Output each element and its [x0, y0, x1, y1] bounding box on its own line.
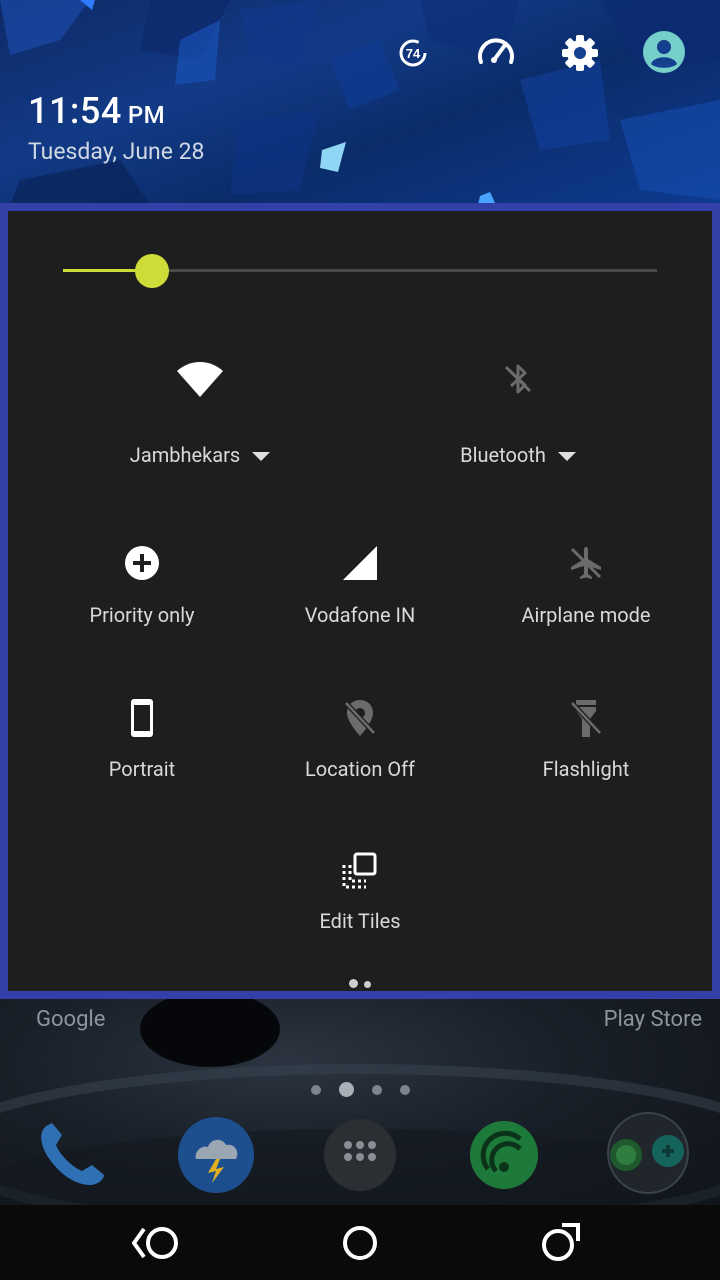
- home-page-dot: [310, 1084, 321, 1095]
- date-label[interactable]: Tuesday, June 28: [28, 138, 204, 165]
- signal-icon: [343, 546, 377, 580]
- location-off-icon: [344, 700, 376, 736]
- priority-plus-icon: [125, 546, 159, 580]
- app-drawer-icon[interactable]: [320, 1115, 400, 1195]
- phone-icon[interactable]: [30, 1115, 110, 1195]
- tile-cellular[interactable]: Vodafone IN: [260, 543, 460, 627]
- quick-settings-panel: Jambhekars Bluetooth Priority only Vodaf…: [0, 203, 720, 999]
- google-folder-label[interactable]: Google: [36, 1007, 105, 1032]
- wifi-icon: [177, 362, 223, 397]
- messaging-folder-icon[interactable]: [606, 1111, 690, 1195]
- home-screen-background: Google Play Store: [0, 999, 720, 1205]
- music-icon[interactable]: [464, 1115, 544, 1195]
- tile-wifi[interactable]: Jambhekars: [100, 359, 300, 467]
- home-page-dot-active: [338, 1082, 354, 1098]
- speed-icon[interactable]: [475, 32, 517, 74]
- play-store-label[interactable]: Play Store: [604, 1007, 702, 1032]
- tile-flashlight[interactable]: Flashlight: [486, 697, 686, 781]
- navigation-bar: [0, 1205, 720, 1280]
- clock-ampm: PM: [127, 101, 166, 129]
- tile-priority[interactable]: Priority only: [42, 543, 242, 627]
- tile-airplane[interactable]: Airplane mode: [486, 543, 686, 627]
- battery-saver-icon[interactable]: 74: [392, 32, 434, 74]
- tile-cellular-label: Vodafone IN: [304, 603, 416, 627]
- home-page-dot: [399, 1084, 410, 1095]
- wifi-dropdown-icon[interactable]: [252, 452, 271, 462]
- edit-tiles-icon: [342, 852, 377, 889]
- tile-location[interactable]: Location Off: [260, 697, 460, 781]
- bluetooth-dropdown-icon[interactable]: [557, 452, 576, 462]
- home-page-indicator: [0, 1079, 720, 1098]
- tile-bluetooth[interactable]: Bluetooth: [418, 359, 618, 467]
- airplane-off-icon: [570, 547, 602, 579]
- clock-time: 11:54: [28, 90, 122, 132]
- qs-page-dot-active: [349, 979, 358, 988]
- wifi-network-name: Jambhekars: [129, 443, 241, 467]
- battery-percent: 74: [406, 46, 421, 61]
- notification-header: 11:54 PM Tuesday, June 28 74: [0, 0, 720, 205]
- tile-edit-label: Edit Tiles: [319, 909, 401, 933]
- tile-wifi-label[interactable]: Jambhekars: [100, 443, 300, 467]
- tile-rotation-label: Portrait: [108, 757, 176, 781]
- tile-airplane-label: Airplane mode: [521, 603, 651, 627]
- weather-icon[interactable]: [176, 1115, 256, 1195]
- clock[interactable]: 11:54 PM: [28, 90, 165, 132]
- tile-bluetooth-label[interactable]: Bluetooth: [418, 443, 618, 467]
- account-icon[interactable]: [642, 30, 686, 74]
- back-icon[interactable]: [132, 1223, 182, 1263]
- home-icon[interactable]: [340, 1223, 380, 1263]
- tile-rotation[interactable]: Portrait: [42, 697, 242, 781]
- tile-flashlight-label: Flashlight: [542, 757, 630, 781]
- home-page-dot: [371, 1084, 382, 1095]
- bluetooth-label-text: Bluetooth: [460, 443, 546, 467]
- brightness-slider[interactable]: [63, 251, 657, 291]
- phone-portrait-icon: [131, 699, 153, 737]
- tile-priority-label: Priority only: [89, 603, 195, 627]
- tile-edit[interactable]: Edit Tiles: [260, 851, 460, 933]
- qs-page-indicator: [8, 973, 712, 992]
- recents-icon[interactable]: [540, 1223, 580, 1263]
- qs-page-dot: [364, 981, 371, 988]
- tile-location-label: Location Off: [304, 757, 415, 781]
- gear-icon[interactable]: [559, 32, 601, 74]
- flashlight-off-icon: [570, 700, 602, 737]
- brightness-thumb[interactable]: [135, 254, 169, 288]
- bluetooth-off-icon: [504, 364, 532, 394]
